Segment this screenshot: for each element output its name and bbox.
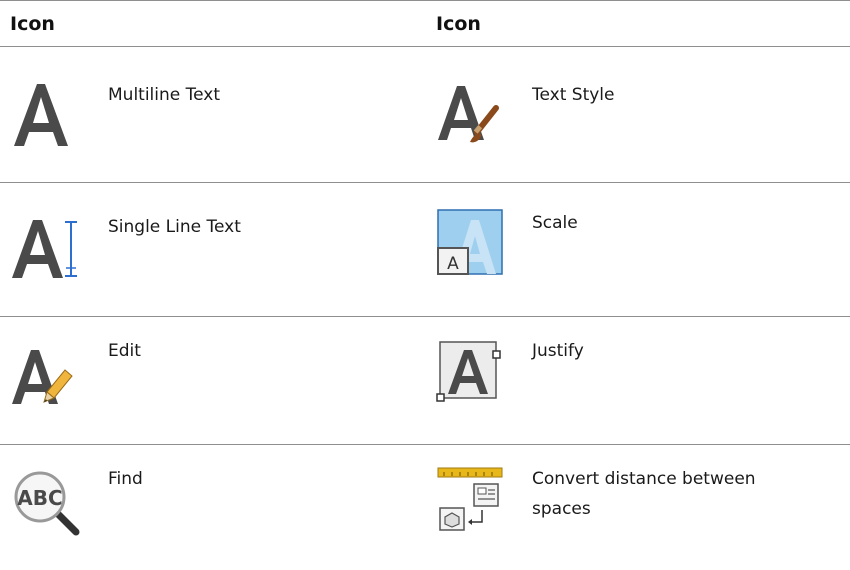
row-label: Find bbox=[108, 469, 143, 489]
svg-text:ABC: ABC bbox=[17, 486, 62, 510]
row-label: Justify bbox=[532, 341, 584, 361]
row-label: Multiline Text bbox=[108, 85, 221, 105]
convert-distance-icon bbox=[436, 464, 506, 534]
single-line-text-icon bbox=[10, 212, 80, 282]
find-abc-magnifier-icon: ABC bbox=[10, 468, 80, 538]
row-divider bbox=[0, 316, 850, 317]
row-label: Convert distance between spaces bbox=[532, 469, 756, 519]
scale-icon: A bbox=[436, 208, 506, 278]
text-style-icon bbox=[436, 78, 506, 148]
table-top-rule bbox=[0, 0, 850, 1]
column-header-icon-right: Icon bbox=[436, 13, 481, 35]
row-label: Edit bbox=[108, 341, 141, 361]
multiline-text-icon bbox=[10, 78, 80, 148]
column-header-icon-left: Icon bbox=[10, 13, 55, 35]
row-label: Text Style bbox=[532, 85, 615, 105]
header-bottom-rule bbox=[0, 46, 850, 47]
row-label: Single Line Text bbox=[108, 217, 241, 237]
justify-icon bbox=[436, 336, 506, 406]
row-divider bbox=[0, 444, 850, 445]
row-label: Scale bbox=[532, 213, 578, 233]
row-divider bbox=[0, 182, 850, 183]
edit-text-icon bbox=[10, 342, 80, 412]
svg-text:A: A bbox=[447, 254, 459, 274]
